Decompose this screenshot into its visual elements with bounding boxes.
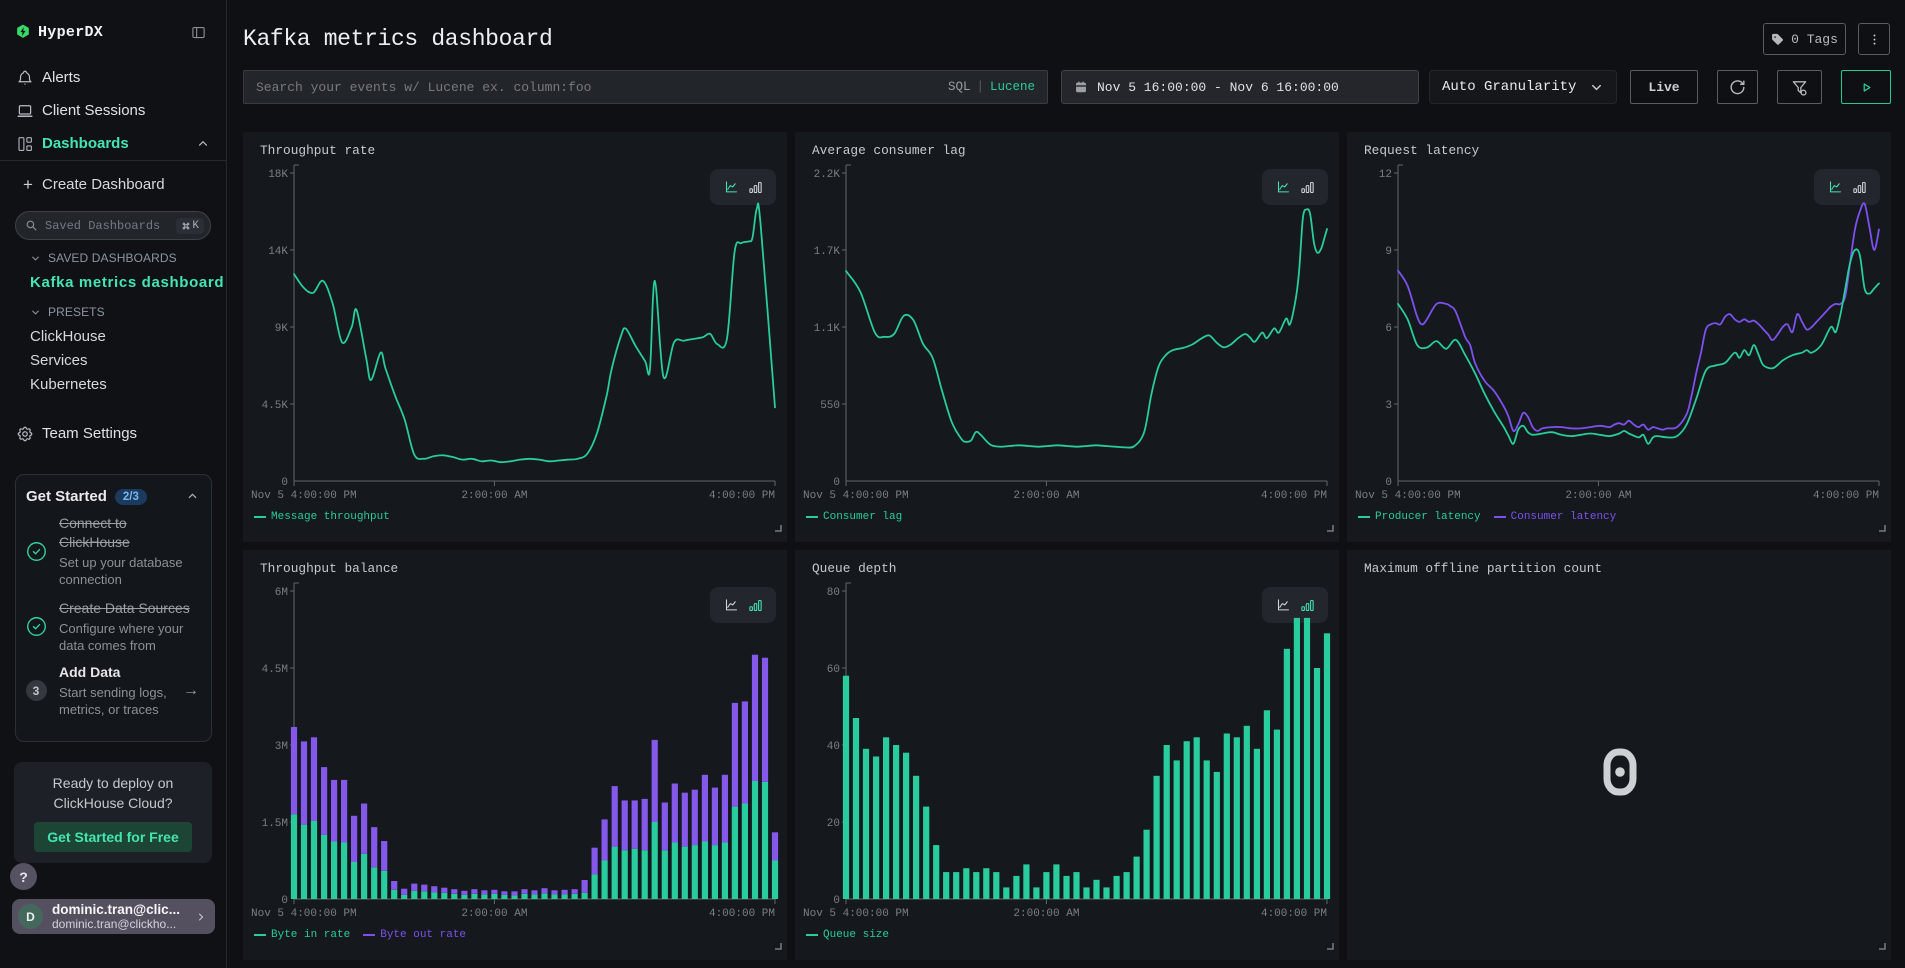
svg-text:3: 3	[1385, 400, 1392, 412]
svg-text:9K: 9K	[275, 323, 289, 335]
svg-text:2.2K: 2.2K	[814, 169, 841, 181]
svg-text:550: 550	[820, 400, 840, 412]
svg-text:4.5K: 4.5K	[262, 400, 289, 412]
svg-text:Nov 5 4:00:00 PM: Nov 5 4:00:00 PM	[251, 908, 357, 920]
svg-text:1.7K: 1.7K	[814, 246, 841, 258]
svg-text:12: 12	[1379, 169, 1392, 181]
svg-text:4:00:00 PM: 4:00:00 PM	[1261, 908, 1327, 920]
svg-text:6M: 6M	[275, 587, 288, 599]
svg-text:2:00:00 AM: 2:00:00 AM	[1565, 490, 1631, 502]
svg-text:3M: 3M	[275, 741, 288, 753]
svg-text:80: 80	[827, 587, 840, 599]
svg-text:0: 0	[833, 895, 840, 907]
svg-text:1.5M: 1.5M	[262, 818, 288, 830]
svg-text:2:00:00 AM: 2:00:00 AM	[1013, 490, 1079, 502]
svg-text:Nov 5 4:00:00 PM: Nov 5 4:00:00 PM	[1355, 490, 1461, 502]
svg-text:0: 0	[833, 477, 840, 489]
svg-text:Nov 5 4:00:00 PM: Nov 5 4:00:00 PM	[803, 490, 909, 502]
svg-text:4:00:00 PM: 4:00:00 PM	[709, 490, 775, 502]
svg-text:40: 40	[827, 741, 840, 753]
svg-text:18K: 18K	[268, 169, 288, 181]
svg-text:20: 20	[827, 818, 840, 830]
svg-text:4:00:00 PM: 4:00:00 PM	[1261, 490, 1327, 502]
svg-text:0: 0	[281, 895, 288, 907]
svg-text:60: 60	[827, 664, 840, 676]
svg-text:2:00:00 AM: 2:00:00 AM	[461, 908, 527, 920]
svg-text:0: 0	[281, 477, 288, 489]
svg-text:Nov 5 4:00:00 PM: Nov 5 4:00:00 PM	[803, 908, 909, 920]
svg-text:14K: 14K	[268, 246, 288, 258]
svg-text:Nov 5 4:00:00 PM: Nov 5 4:00:00 PM	[251, 490, 357, 502]
svg-text:4:00:00 PM: 4:00:00 PM	[709, 908, 775, 920]
svg-text:2:00:00 AM: 2:00:00 AM	[461, 490, 527, 502]
svg-text:0: 0	[1385, 477, 1392, 489]
svg-text:4.5M: 4.5M	[262, 664, 288, 676]
svg-text:4:00:00 PM: 4:00:00 PM	[1813, 490, 1879, 502]
svg-text:2:00:00 AM: 2:00:00 AM	[1013, 908, 1079, 920]
svg-text:1.1K: 1.1K	[814, 323, 841, 335]
svg-text:6: 6	[1385, 323, 1392, 335]
svg-text:9: 9	[1385, 246, 1392, 258]
